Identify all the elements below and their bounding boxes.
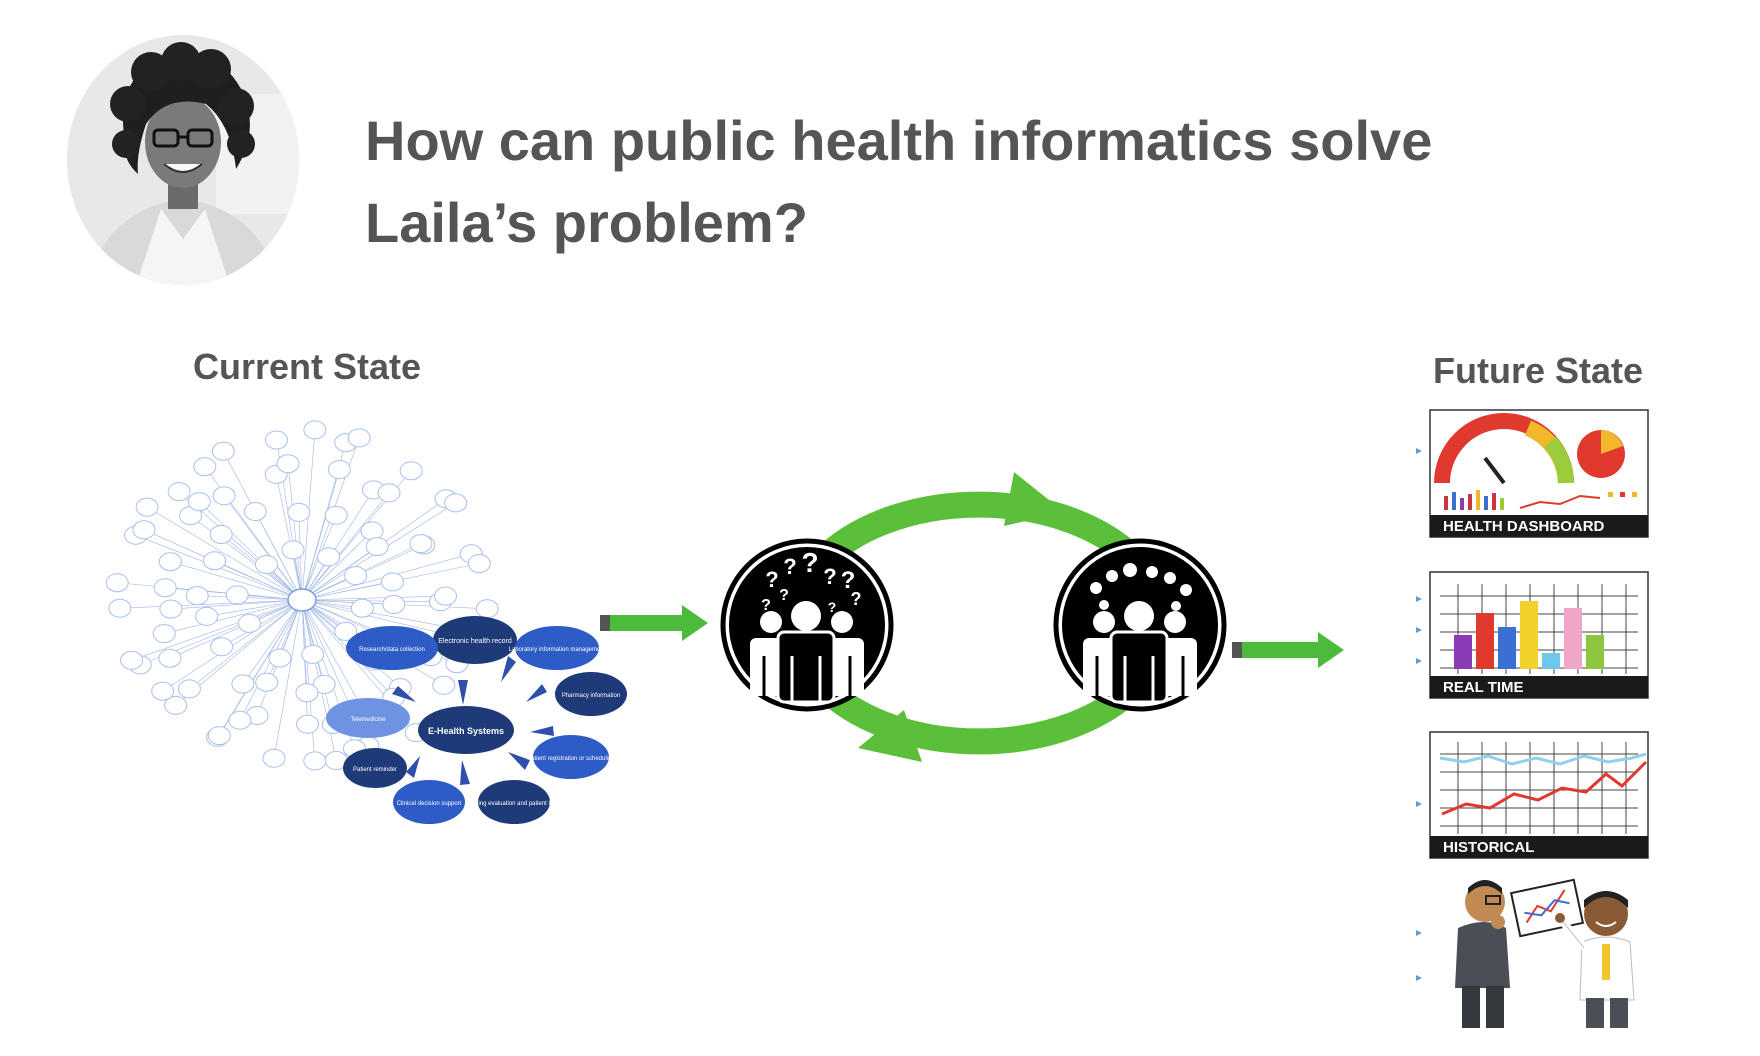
ehealth-diagram: E-Health Systems Electronic health recor…	[326, 616, 627, 824]
ehealth-node-label: Electronic health record	[438, 638, 512, 645]
network-node	[295, 683, 319, 703]
svg-text:?: ?	[823, 564, 836, 589]
network-node	[276, 454, 300, 474]
network-node	[153, 578, 177, 598]
confused-people-icon: ??? ?? ?? ??	[720, 538, 894, 712]
historical-panel: HISTORICAL	[1429, 731, 1649, 859]
ehealth-node-label: Monitoring evaluation and patient tracki…	[458, 801, 569, 807]
network-node	[365, 537, 389, 557]
bullet-markers	[1416, 448, 1422, 981]
ehealth-node-label: Patient reminder	[353, 767, 397, 773]
network-node	[344, 566, 368, 586]
network-node	[210, 637, 234, 657]
ehealth-center-label: E-Health Systems	[428, 726, 504, 736]
panel-label: REAL TIME	[1443, 679, 1524, 696]
network-node	[475, 599, 499, 619]
svg-text:?: ?	[779, 587, 789, 604]
svg-text:?: ?	[851, 589, 862, 609]
svg-text:?: ?	[765, 567, 778, 592]
network-node	[287, 502, 311, 522]
ehealth-node-label: Research/data collection	[359, 647, 425, 653]
network-node	[152, 624, 176, 644]
idea-people-icon	[1053, 538, 1227, 712]
network-node	[255, 672, 279, 692]
network-node	[303, 751, 327, 771]
panel-label: HISTORICAL	[1443, 839, 1534, 856]
network-node	[167, 482, 191, 502]
network-node	[327, 460, 351, 479]
input-arrow	[600, 605, 708, 641]
network-node	[158, 648, 182, 668]
network-node	[360, 521, 384, 541]
network-node	[381, 572, 404, 592]
network-node	[228, 710, 252, 730]
network-node	[108, 598, 132, 618]
network-node	[432, 675, 456, 695]
network-node	[265, 430, 288, 450]
network-node	[238, 613, 261, 633]
network-node	[434, 586, 457, 606]
network-node	[212, 486, 236, 506]
network-node	[185, 586, 209, 606]
network-node	[350, 598, 374, 618]
network-node	[105, 573, 129, 593]
output-arrow	[1232, 632, 1344, 668]
network-node	[187, 492, 211, 512]
network-node	[317, 547, 341, 567]
network-hub	[287, 588, 317, 612]
network-node	[132, 520, 156, 540]
ehealth-node-label: Laboratory information management	[509, 647, 606, 653]
network-node	[399, 461, 423, 481]
network-node	[209, 525, 233, 544]
network-node	[225, 585, 249, 605]
ehealth-node-label: Clinical decision support	[397, 801, 462, 807]
network-node	[207, 726, 231, 746]
panel-label: HEALTH DASHBOARD	[1443, 518, 1605, 535]
network-node	[158, 552, 182, 572]
discussion-illustration	[1455, 878, 1635, 1028]
network-node	[382, 595, 406, 614]
network-node	[211, 441, 235, 461]
network-node	[193, 457, 217, 477]
network-node	[177, 679, 201, 699]
ehealth-node-label: Telemedicine	[350, 717, 386, 723]
network-node	[377, 483, 401, 503]
network-node	[467, 554, 491, 573]
network-node	[444, 493, 468, 513]
network-node	[120, 650, 144, 670]
svg-text:?: ?	[801, 547, 818, 578]
cycle-diagram: ??? ?? ?? ??	[600, 472, 1344, 762]
future-state-label: Future State	[1433, 350, 1644, 391]
person-photo	[67, 35, 299, 285]
network-node	[262, 748, 286, 768]
current-state-label: Current State	[193, 346, 422, 387]
network-node	[231, 674, 255, 694]
real-time-panel: REAL TIME	[1429, 571, 1649, 699]
network-node	[159, 599, 183, 619]
network-node	[347, 428, 371, 448]
network-node	[203, 551, 227, 571]
current-state-diagram: E-Health Systems Electronic health recor…	[105, 420, 627, 824]
network-node	[255, 555, 278, 575]
svg-text:?: ?	[828, 599, 837, 615]
network-node	[324, 505, 348, 525]
network-node	[195, 606, 219, 626]
network-node	[268, 648, 292, 668]
network-node	[151, 681, 175, 701]
network-node	[409, 534, 433, 554]
network-node	[301, 644, 325, 664]
network-node	[243, 502, 267, 521]
network-node	[296, 714, 320, 734]
future-state-panels: HEALTH DASHBOARD REAL TIME HISTORICAL	[1416, 409, 1649, 1028]
network-node	[135, 497, 159, 517]
svg-text:?: ?	[783, 554, 796, 579]
health-dashboard-panel: HEALTH DASHBOARD	[1429, 409, 1649, 538]
page-title: How can public health informatics solve …	[365, 109, 1433, 254]
network-node	[303, 420, 327, 440]
network-node	[281, 540, 305, 560]
